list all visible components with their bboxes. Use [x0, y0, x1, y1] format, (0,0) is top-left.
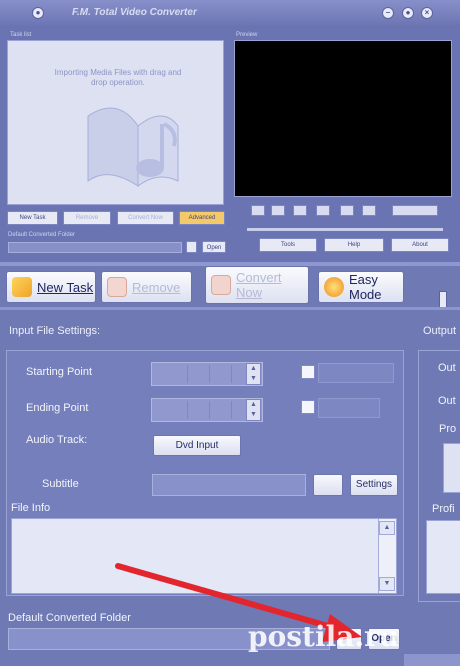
app-overview-thumbnail: ● F.M. Total Video Converter – ● × Task … [0, 0, 460, 262]
minimize-icon[interactable]: – [382, 7, 394, 19]
thumb-remove-button[interactable]: Remove [63, 211, 111, 225]
output-settings-heading: Output [423, 325, 457, 337]
app-root: ● F.M. Total Video Converter – ● × Task … [0, 0, 460, 666]
preview-label: Preview [236, 32, 258, 38]
forward-icon[interactable] [362, 205, 376, 216]
dvd-input-button[interactable]: Dvd Input [153, 435, 241, 456]
file-info-textarea[interactable]: ▲ ▼ [11, 518, 397, 594]
add-files-icon [12, 277, 32, 297]
ending-point-spinner[interactable]: ▲ ▼ [246, 399, 261, 421]
profile-preview[interactable] [443, 443, 460, 493]
start-checkbox[interactable] [301, 365, 315, 379]
thumb-open-button[interactable]: Open [202, 241, 226, 253]
preview-screen [234, 40, 452, 197]
default-folder-label: Default Converted Folder [8, 612, 131, 624]
output-row-4-label: Profi [432, 503, 455, 515]
rewind-icon[interactable] [251, 205, 265, 216]
play-icon[interactable] [293, 205, 307, 216]
thumb-folder-path-field[interactable] [8, 242, 182, 253]
thumb-default-folder-label: Default Converted Folder [8, 232, 76, 238]
input-settings-heading: Input File Settings: [9, 325, 101, 337]
start-ghost-field [318, 363, 394, 383]
file-info-scrollbar[interactable]: ▲ ▼ [378, 519, 396, 593]
watermark-text: postila.ru [248, 620, 400, 653]
convert-icon [211, 275, 231, 295]
scroll-down-icon[interactable]: ▼ [379, 577, 395, 591]
end-ghost-field [318, 398, 380, 418]
output-row-3-label: Pro [439, 423, 457, 435]
subtitle-label: Subtitle [42, 478, 79, 490]
remove-icon [107, 277, 127, 297]
scroll-up-icon[interactable]: ▲ [379, 521, 395, 535]
thumb-help-button[interactable]: Help [324, 238, 384, 252]
new-task-button[interactable]: New Task [6, 271, 96, 303]
starting-point-spinner[interactable]: ▲ ▼ [246, 363, 261, 385]
thumb-tools-button[interactable]: Tools [259, 238, 317, 252]
advanced-mode-window: New Task Remove Convert Now Easy Mode In… [0, 262, 460, 666]
thumb-about-button[interactable]: About [391, 238, 449, 252]
ending-point-label: Ending Point [26, 402, 89, 414]
mode-icon [324, 277, 344, 297]
thumb-browse-button[interactable] [186, 241, 197, 253]
remove-label: Remove [132, 279, 181, 295]
profile-list[interactable] [426, 520, 460, 594]
drag-drop-hint: Importing Media Files with drag and drop… [54, 68, 182, 87]
toolbar-divider [0, 307, 460, 310]
film-music-icon [87, 107, 179, 187]
subtitle-browse-button[interactable] [313, 474, 343, 496]
close-icon[interactable]: × [421, 7, 433, 19]
volume-control[interactable] [392, 205, 438, 216]
subtitle-field[interactable] [152, 474, 306, 496]
output-row-2-label: Out [438, 395, 456, 407]
status-strip [404, 654, 460, 666]
thumb-advanced-button[interactable]: Advanced [179, 211, 225, 225]
remove-button[interactable]: Remove [101, 271, 192, 303]
next-frame-icon[interactable] [340, 205, 354, 216]
prev-frame-icon[interactable] [271, 205, 285, 216]
app-menu-icon[interactable]: ● [32, 7, 44, 19]
end-checkbox[interactable] [301, 400, 315, 414]
convert-now-label: Convert Now [236, 270, 282, 300]
audio-track-label: Audio Track: [26, 434, 88, 446]
window-title: F.M. Total Video Converter [72, 7, 197, 18]
file-info-label: File Info [11, 502, 51, 514]
task-list-panel[interactable] [7, 40, 224, 205]
task-list-label: Task list [10, 32, 32, 38]
thumb-convert-now-button[interactable]: Convert Now [117, 211, 174, 225]
convert-now-button[interactable]: Convert Now [205, 266, 309, 304]
new-task-label: New Task [37, 279, 94, 295]
stop-icon[interactable] [316, 205, 330, 216]
thumb-new-task-button[interactable]: New Task [7, 211, 58, 225]
output-row-1-label: Out [438, 362, 456, 374]
easy-mode-label: Easy Mode [349, 272, 382, 302]
starting-point-label: Starting Point [26, 366, 93, 378]
easy-mode-button[interactable]: Easy Mode [318, 271, 404, 303]
subtitle-settings-button[interactable]: Settings [350, 474, 398, 496]
settings-icon[interactable]: ● [402, 7, 414, 19]
seek-bar[interactable] [247, 228, 443, 231]
